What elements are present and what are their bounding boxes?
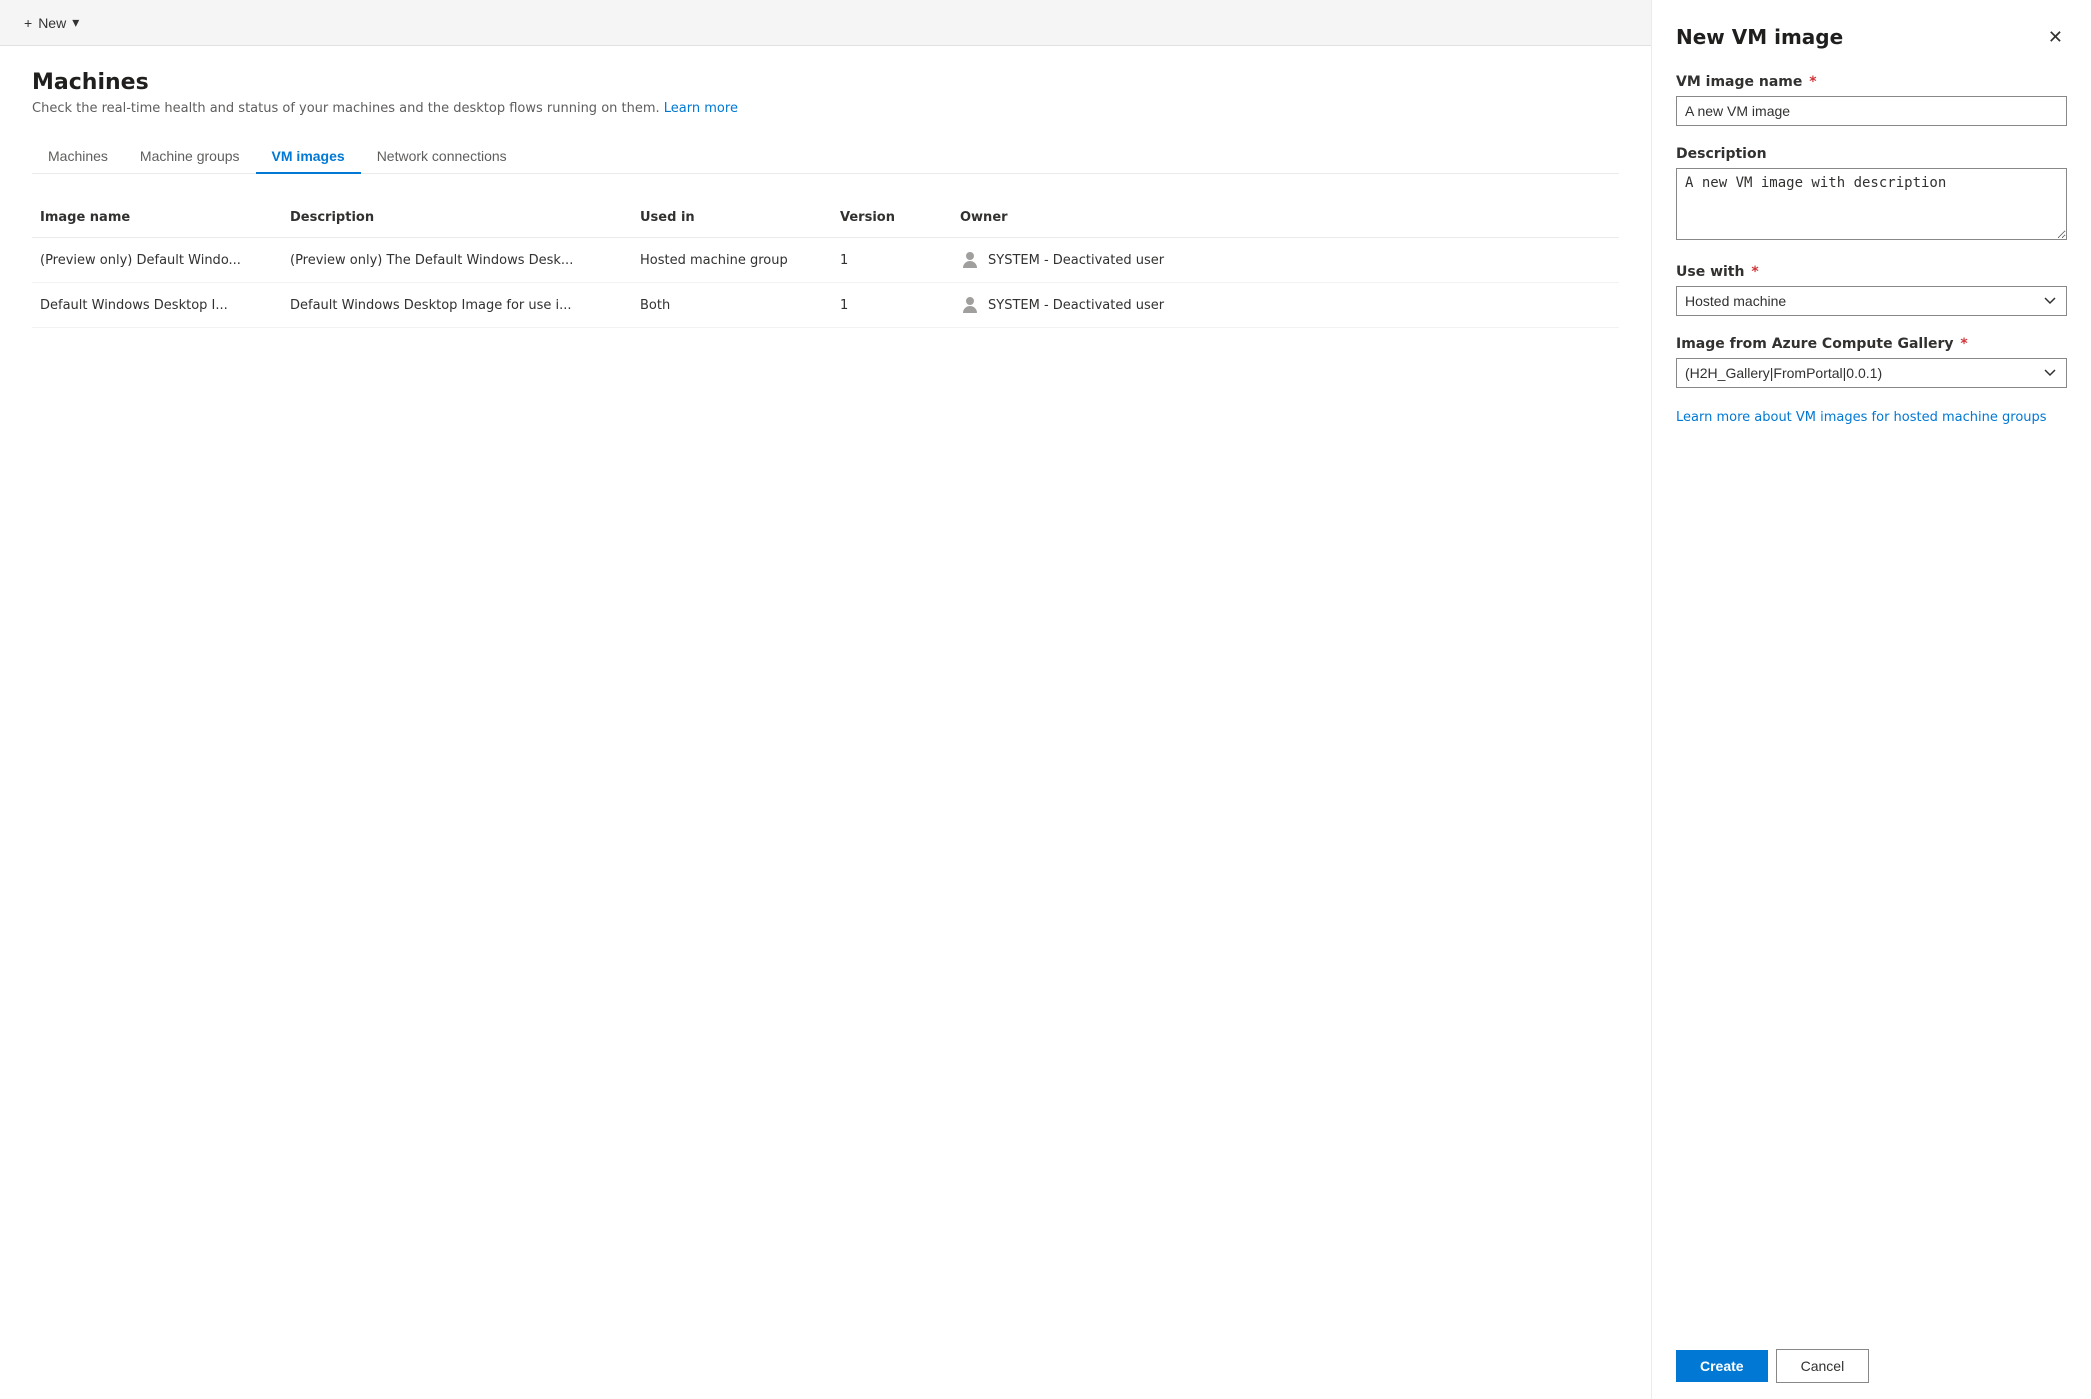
cell-used-in-2: Both bbox=[632, 290, 832, 321]
owner-name-2: SYSTEM - Deactivated user bbox=[988, 298, 1164, 313]
cell-image-name-1: (Preview only) Default Windo... bbox=[32, 245, 282, 276]
page-subtitle: Check the real-time health and status of… bbox=[32, 101, 1619, 116]
create-button[interactable]: Create bbox=[1676, 1350, 1768, 1382]
new-button[interactable]: + New ▾ bbox=[16, 10, 87, 35]
use-with-label: Use with * bbox=[1676, 264, 2067, 280]
tab-machines[interactable]: Machines bbox=[32, 140, 124, 174]
col-version: Version bbox=[832, 206, 952, 229]
vm-image-name-group: VM image name * bbox=[1676, 74, 2067, 126]
col-image-name: Image name bbox=[32, 206, 282, 229]
image-gallery-label: Image from Azure Compute Gallery * bbox=[1676, 336, 2067, 352]
table: Image name Description Used in Version O… bbox=[32, 198, 1619, 328]
user-icon bbox=[960, 295, 980, 315]
page-title: Machines bbox=[32, 70, 1619, 95]
vm-image-name-input[interactable] bbox=[1676, 96, 2067, 126]
col-used-in: Used in bbox=[632, 206, 832, 229]
vm-image-name-label: VM image name * bbox=[1676, 74, 2067, 90]
description-textarea[interactable] bbox=[1676, 168, 2067, 240]
cell-owner-1: SYSTEM - Deactivated user bbox=[952, 242, 1232, 278]
close-button[interactable]: ✕ bbox=[2044, 24, 2067, 50]
new-button-label: New bbox=[38, 15, 66, 31]
description-group: Description bbox=[1676, 146, 2067, 244]
required-asterisk-3: * bbox=[1960, 336, 1967, 352]
cell-used-in-1: Hosted machine group bbox=[632, 245, 832, 276]
tab-vm-images[interactable]: VM images bbox=[256, 140, 361, 174]
content-area: Machines Check the real-time health and … bbox=[0, 46, 1651, 1399]
table-row[interactable]: (Preview only) Default Windo... (Preview… bbox=[32, 238, 1619, 283]
learn-more-link[interactable]: Learn more bbox=[664, 101, 738, 116]
required-asterisk-2: * bbox=[1751, 264, 1758, 280]
image-gallery-select[interactable]: (H2H_Gallery|FromPortal|0.0.1) bbox=[1676, 358, 2067, 388]
panel-footer: Create Cancel bbox=[1676, 1325, 2067, 1383]
user-icon bbox=[960, 250, 980, 270]
tab-network-connections[interactable]: Network connections bbox=[361, 140, 523, 174]
description-label: Description bbox=[1676, 146, 2067, 162]
cell-description-2: Default Windows Desktop Image for use i.… bbox=[282, 290, 632, 321]
cell-version-1: 1 bbox=[832, 245, 952, 276]
required-asterisk: * bbox=[1809, 74, 1816, 90]
image-gallery-group: Image from Azure Compute Gallery * (H2H_… bbox=[1676, 336, 2067, 388]
side-panel: New VM image ✕ VM image name * Descripti… bbox=[1651, 0, 2091, 1399]
subtitle-text: Check the real-time health and status of… bbox=[32, 101, 660, 116]
col-owner: Owner bbox=[952, 206, 1232, 229]
tab-machine-groups[interactable]: Machine groups bbox=[124, 140, 256, 174]
cell-description-1: (Preview only) The Default Windows Desk.… bbox=[282, 245, 632, 276]
table-header: Image name Description Used in Version O… bbox=[32, 198, 1619, 238]
panel-title: New VM image bbox=[1676, 25, 1843, 49]
col-description: Description bbox=[282, 206, 632, 229]
plus-icon: + bbox=[24, 15, 32, 31]
vm-images-learn-more-link[interactable]: Learn more about VM images for hosted ma… bbox=[1676, 408, 2067, 428]
cell-image-name-2: Default Windows Desktop I... bbox=[32, 290, 282, 321]
cell-version-2: 1 bbox=[832, 290, 952, 321]
chevron-down-icon: ▾ bbox=[72, 14, 79, 31]
table-row[interactable]: Default Windows Desktop I... Default Win… bbox=[32, 283, 1619, 328]
panel-header: New VM image ✕ bbox=[1676, 24, 2067, 50]
use-with-group: Use with * Hosted machine Hosted machine… bbox=[1676, 264, 2067, 316]
tabs: Machines Machine groups VM images Networ… bbox=[32, 140, 1619, 174]
use-with-select[interactable]: Hosted machine Hosted machine group Both bbox=[1676, 286, 2067, 316]
top-bar: + New ▾ bbox=[0, 0, 1651, 46]
cancel-button[interactable]: Cancel bbox=[1776, 1349, 1870, 1383]
owner-name-1: SYSTEM - Deactivated user bbox=[988, 253, 1164, 268]
cell-owner-2: SYSTEM - Deactivated user bbox=[952, 287, 1232, 323]
